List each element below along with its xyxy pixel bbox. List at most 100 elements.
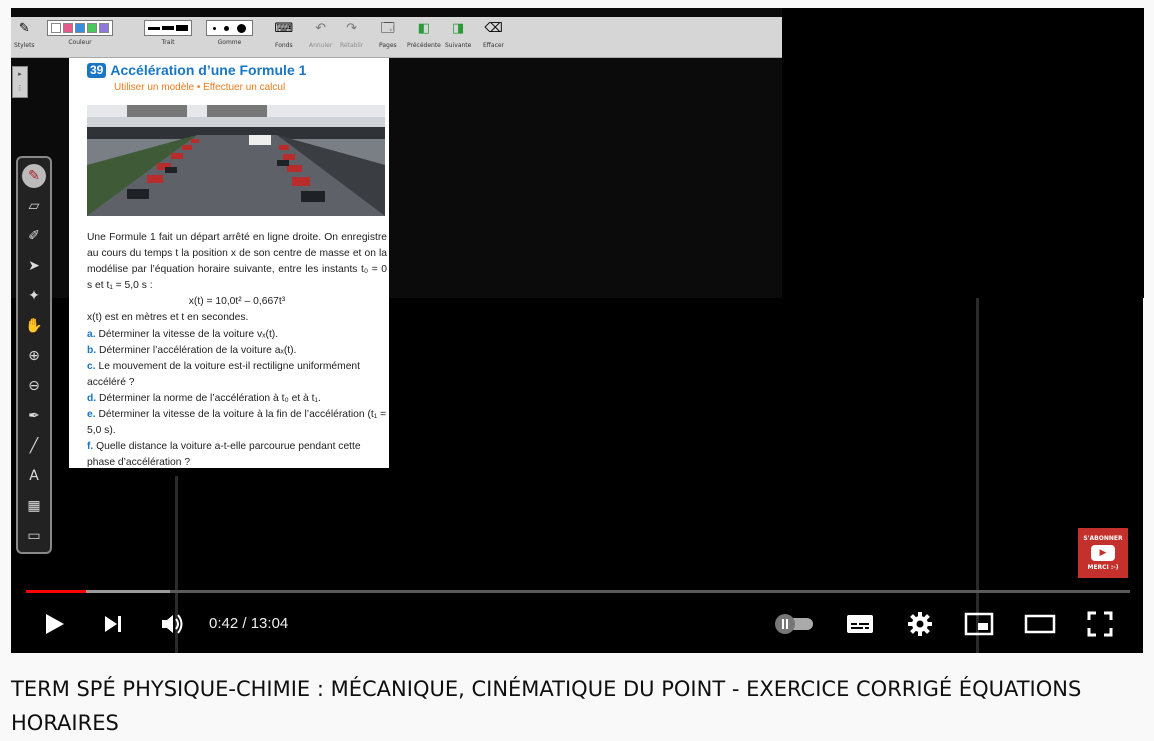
formula-one-photo [87, 105, 385, 216]
play-button[interactable] [38, 606, 72, 642]
gear-icon [908, 612, 932, 636]
question-text: Quelle distance la voiture a-t-elle parc… [87, 441, 361, 469]
color-swatch[interactable] [99, 23, 109, 33]
question-letter: d. [87, 392, 97, 404]
question-letter: b. [87, 344, 97, 356]
color-picker-icon[interactable]: ✒ [22, 404, 46, 428]
highlighter-icon[interactable]: ✐ [22, 224, 46, 248]
eraser-small[interactable] [213, 26, 216, 30]
exercise-header: 39 Accélération d’une Formule 1 [87, 62, 306, 78]
question-letter: c. [87, 360, 96, 372]
progress-bar[interactable] [26, 590, 1130, 593]
volume-icon [162, 614, 183, 634]
exercise-text: Une Formule 1 fait un départ arrêté en l… [87, 230, 387, 471]
question-text: Déterminer la vitesse de la voiture à la… [87, 409, 387, 437]
color-swatch[interactable] [87, 23, 97, 33]
color-swatches[interactable] [47, 20, 113, 36]
question-letter: a. [87, 328, 96, 340]
question-text: Déterminer la norme de l’accélération à … [99, 392, 321, 404]
eraser-sizes[interactable] [206, 20, 253, 36]
previous-page-button[interactable]: ◧ Précédente [407, 20, 441, 50]
eraser-medium[interactable] [224, 25, 229, 31]
redo-icon: ↷ [346, 20, 358, 36]
text-icon[interactable]: A [22, 464, 46, 488]
question-list: a. Déterminer la vitesse de la voiture v… [87, 327, 387, 472]
hand-icon[interactable]: ✋ [22, 314, 46, 338]
line-icon[interactable]: ╱ [22, 434, 46, 458]
autoplay-toggle[interactable] [772, 606, 816, 642]
equation: x(t) = 10,0t² – 0,667t³ [188, 296, 286, 308]
stroke-options[interactable] [144, 20, 192, 36]
duration: 13:04 [250, 615, 289, 632]
drawing-toolbar: ✎ Stylets Couleur Trait Gomme ⌨ Fonds ↶ … [11, 17, 782, 58]
add-page-icon: 🗔 [380, 20, 395, 36]
video-title: TERM SPÉ PHYSIQUE-CHIMIE : MÉCANIQUE, CI… [11, 677, 1082, 735]
next-page-icon: ◨ [452, 20, 465, 36]
stroke-picker[interactable]: Trait [144, 20, 192, 46]
theater-mode-button[interactable] [1020, 606, 1060, 642]
clear-button[interactable]: ⌫ Effacer [483, 20, 504, 50]
question-letter: f. [87, 441, 94, 453]
stroke-medium[interactable] [162, 26, 174, 30]
eraser-icon[interactable]: ▱ [22, 194, 46, 218]
question-item: d. Déterminer la norme de l’accélération… [87, 391, 387, 407]
undo-icon: ↶ [315, 20, 327, 36]
race-start-image [87, 105, 385, 216]
eraser-size-picker[interactable]: Gomme [206, 20, 253, 46]
keyboard-icon: ⌨ [274, 20, 294, 36]
question-item: b. Déterminer l’accélération de la voitu… [87, 343, 387, 359]
zoom-out-icon[interactable]: ⊖ [22, 374, 46, 398]
thanks-text: MERCI :-) [1087, 564, 1119, 571]
time-separator: / [238, 615, 251, 632]
time-display: 0:42 / 13:04 [209, 615, 288, 632]
stylets-button[interactable]: ✎ Stylets [14, 20, 35, 50]
autoplay-toggle-icon [775, 614, 813, 634]
subscribe-badge[interactable]: S'ABONNER ▶ MERCI :-) [1078, 528, 1128, 578]
next-page-button[interactable]: ◨ Suivante [445, 20, 471, 50]
exercise-subtitle: Utiliser un modèle • Effectuer un calcul [114, 82, 286, 93]
magic-wand-icon[interactable]: ✦ [22, 284, 46, 308]
collapse-handle[interactable]: ▸ ⋮ [12, 66, 28, 98]
stroke-thin[interactable] [148, 26, 160, 30]
exercise-page: 39 Accélération d’une Formule 1 Utiliser… [69, 58, 389, 468]
question-item: c. Le mouvement de la voiture est-il rec… [87, 359, 387, 391]
eraser-large[interactable] [237, 23, 246, 33]
stroke-thick[interactable] [176, 25, 188, 31]
side-tool-palette: ✎ ▱ ✐ ➤ ✦ ✋ ⊕ ⊖ ✒ ╱ A ▦ ▭ [16, 156, 52, 554]
play-icon [46, 614, 64, 634]
clear-icon: ⌫ [484, 20, 503, 36]
subtitles-button[interactable] [842, 606, 878, 642]
exercise-intro: Une Formule 1 fait un départ arrêté en l… [87, 232, 387, 292]
color-swatch[interactable] [51, 23, 61, 33]
question-item: a. Déterminer la vitesse de la voiture v… [87, 327, 387, 343]
next-button[interactable] [98, 606, 128, 642]
fullscreen-button[interactable] [1082, 606, 1118, 642]
settings-button[interactable] [902, 606, 938, 642]
subtitles-icon [847, 615, 873, 633]
question-text: Déterminer la vitesse de la voiture vₓ(t… [98, 328, 279, 340]
volume-button[interactable] [156, 606, 190, 642]
played-bar [26, 590, 86, 593]
miniplayer-icon [964, 612, 994, 636]
divider-line [976, 298, 979, 653]
theater-icon [1024, 614, 1056, 634]
question-letter: e. [87, 409, 96, 421]
undo-button[interactable]: ↶ Annuler [309, 20, 332, 50]
pointer-icon[interactable]: ➤ [22, 254, 46, 278]
video-blackout [782, 8, 1144, 298]
question-text: Le mouvement de la voiture est-il rectil… [87, 360, 361, 388]
previous-page-icon: ◧ [417, 20, 431, 36]
pen-icon[interactable]: ✎ [22, 164, 46, 188]
zoom-in-icon[interactable]: ⊕ [22, 344, 46, 368]
background-icon[interactable]: ▦ [22, 494, 46, 518]
backgrounds-button[interactable]: ⌨ Fonds [274, 20, 294, 50]
redo-button[interactable]: ↷ Rétablir [340, 20, 363, 50]
miniplayer-button[interactable] [961, 606, 997, 642]
pages-button[interactable]: 🗔 Pages [379, 20, 397, 50]
current-time: 0:42 [209, 615, 239, 632]
color-swatch[interactable] [75, 23, 85, 33]
fullscreen-icon [1087, 611, 1113, 637]
color-picker[interactable]: Couleur [47, 20, 113, 46]
screen-icon[interactable]: ▭ [22, 524, 46, 548]
color-swatch[interactable] [63, 23, 73, 33]
